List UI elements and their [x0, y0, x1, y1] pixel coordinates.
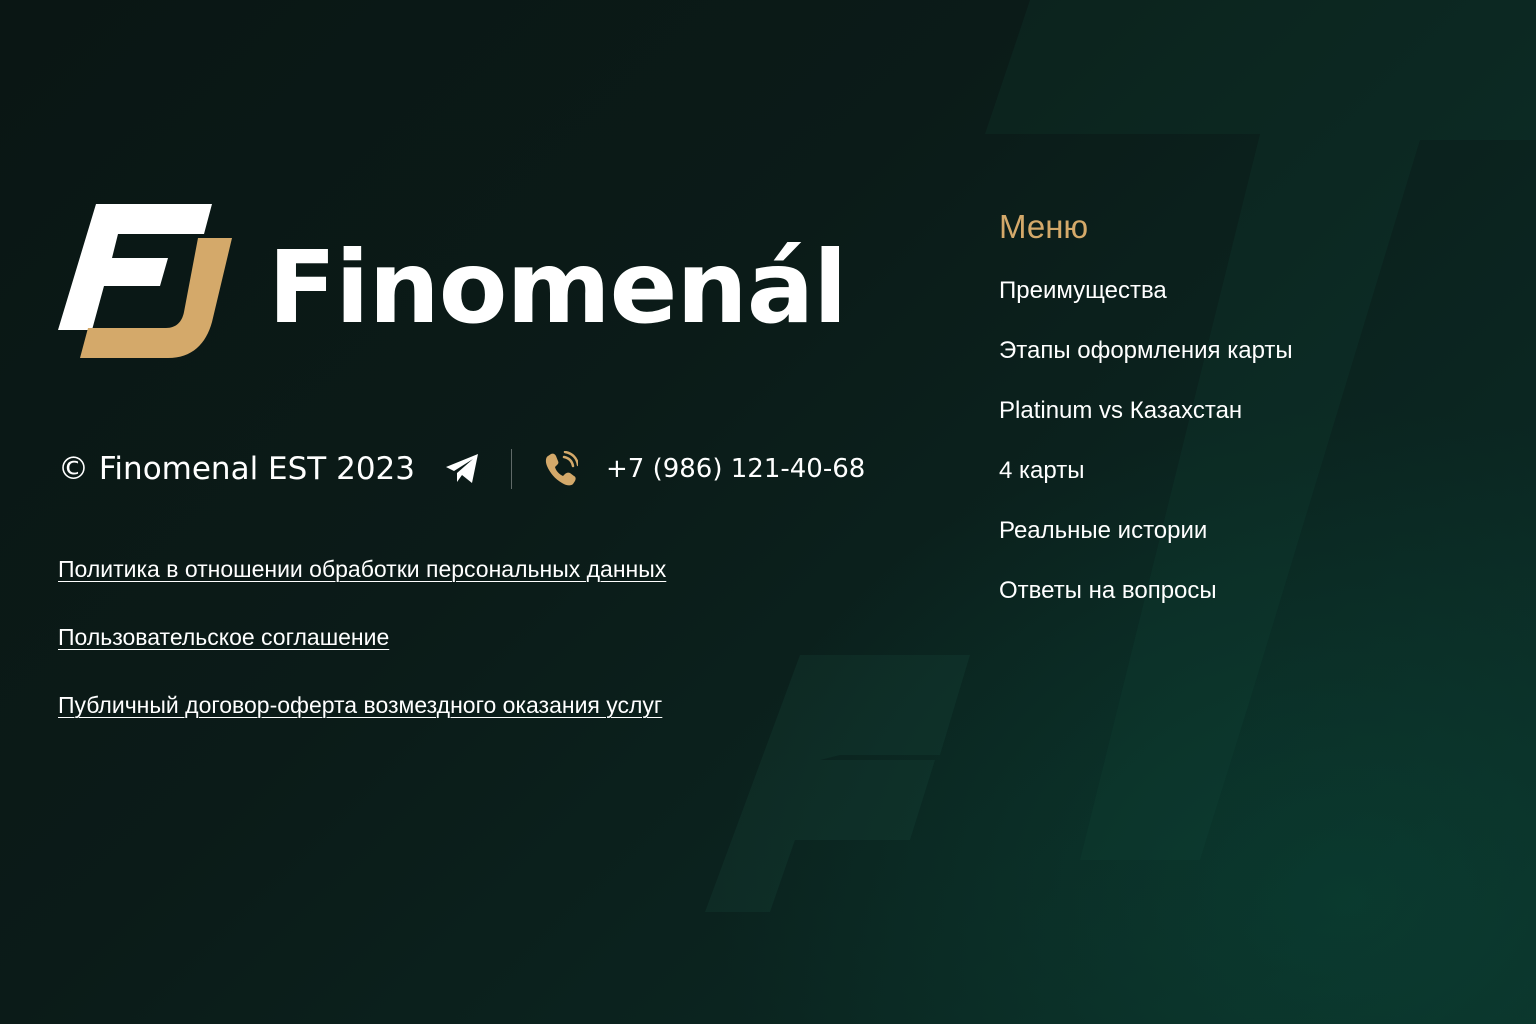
footer-menu: Меню Преимущества Этапы оформления карты… — [999, 208, 1293, 636]
menu-item-4-cards[interactable]: 4 карты — [999, 456, 1293, 516]
menu-item-faq[interactable]: Ответы на вопросы — [999, 576, 1293, 636]
privacy-policy-link[interactable]: Политика в отношении обработки персональ… — [58, 556, 666, 583]
menu-item-platinum-vs-kazakhstan[interactable]: Platinum vs Казахстан — [999, 396, 1293, 456]
phone-link[interactable]: +7 (986) 121-40-68 — [606, 454, 865, 484]
menu-item-card-steps[interactable]: Этапы оформления карты — [999, 336, 1293, 396]
user-agreement-link[interactable]: Пользовательское соглашение — [58, 624, 666, 651]
background-decoration — [705, 0, 1536, 912]
divider — [510, 449, 512, 489]
legal-links: Политика в отношении обработки персональ… — [58, 556, 666, 760]
fj-monogram-icon — [58, 204, 232, 358]
menu-item-real-stories[interactable]: Реальные истории — [999, 516, 1293, 576]
menu-title: Меню — [999, 208, 1089, 245]
phone-icon — [544, 451, 578, 487]
brand-wordmark: Finomenál — [268, 229, 847, 346]
menu-item-advantages[interactable]: Преимущества — [999, 276, 1293, 336]
telegram-icon[interactable] — [445, 452, 481, 486]
public-offer-link[interactable]: Публичный договор-оферта возмездного ока… — [58, 692, 666, 719]
contact-row: © Finomenal EST 2023 +7 (986) 121-40-68 — [58, 444, 865, 494]
copyright-text: © Finomenal EST 2023 — [58, 451, 415, 487]
brand-logo[interactable]: Finomenál — [58, 204, 847, 360]
